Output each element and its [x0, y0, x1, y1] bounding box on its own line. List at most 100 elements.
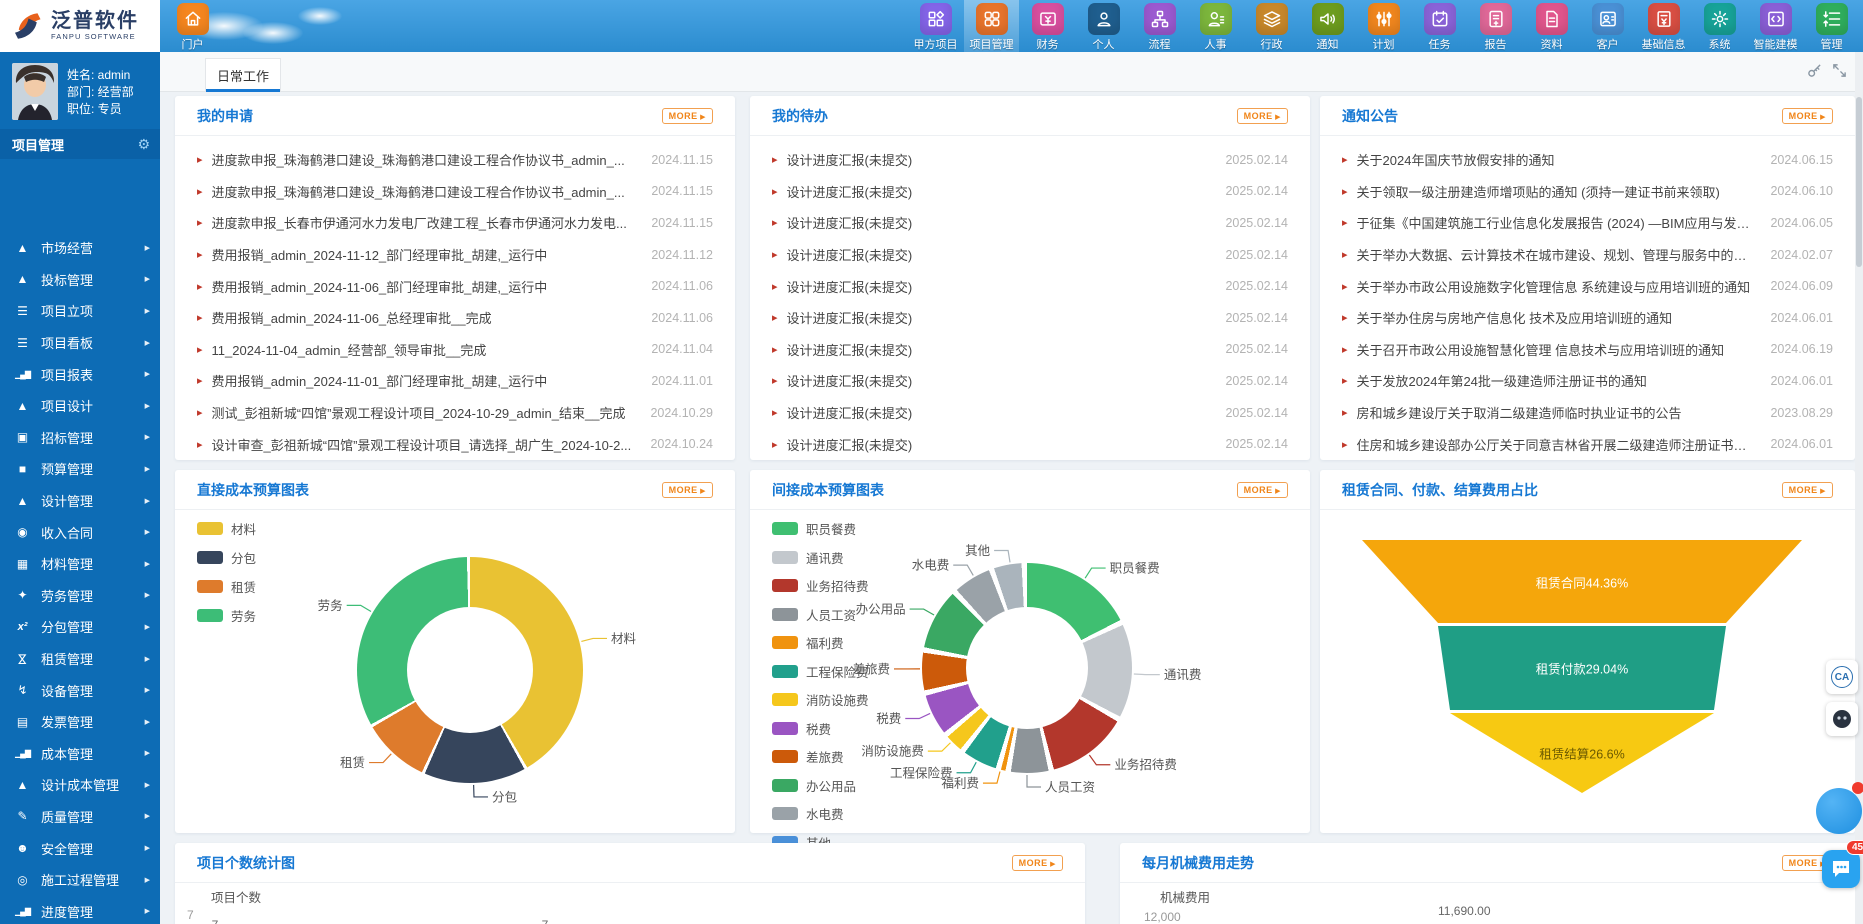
sidebar-item[interactable]: ▁▄▇进度管理▶: [0, 895, 160, 924]
sidebar-item[interactable]: ▲投标管理▶: [0, 264, 160, 296]
list-item-text[interactable]: 关于召开市政公用设施智慧化管理 信息技术与应用培训班的通知: [1357, 340, 1757, 359]
legend-item[interactable]: 水电费: [772, 804, 869, 823]
legend-item[interactable]: 劳务: [197, 606, 256, 625]
legend-item[interactable]: 材料: [197, 519, 256, 538]
donut-chart[interactable]: [357, 557, 583, 783]
sidebar-item[interactable]: ▲项目设计▶: [0, 390, 160, 422]
list-item-text[interactable]: 关于举办大数据、云计算技术在城市建设、规划、管理与服务中的应用培训班...: [1357, 245, 1757, 264]
list-item-text[interactable]: 住房和城乡建设部办公厅关于同意吉林省开展二级建造师注册证书电子化试点...: [1357, 435, 1757, 454]
sidebar-item[interactable]: ▲设计管理▶: [0, 485, 160, 517]
list-item-text[interactable]: 设计进度汇报(未提交): [787, 213, 1212, 232]
nav-item-gear[interactable]: 系统: [1692, 0, 1747, 52]
list-item-text[interactable]: 费用报销_admin_2024-11-12_部门经理审批_胡建,_运行中: [212, 245, 638, 264]
sidebar-item[interactable]: ▣招标管理▶: [0, 422, 160, 454]
scrollbar-thumb[interactable]: [1856, 97, 1862, 267]
sidebar-item[interactable]: ▲市场经营▶: [0, 232, 160, 264]
legend-item[interactable]: 税费: [772, 719, 869, 738]
list-item-text[interactable]: 设计进度汇报(未提交): [787, 435, 1212, 454]
more-button[interactable]: MORE: [1237, 108, 1288, 124]
emoji-widget[interactable]: [1826, 702, 1858, 736]
sidebar-item[interactable]: ⋈租赁管理▶: [0, 643, 160, 675]
nav-item-docfile[interactable]: 资料: [1524, 0, 1579, 52]
nav-item-home[interactable]: 门户: [165, 0, 220, 52]
list-item-text[interactable]: 设计审查_彭祖新城“四馆”景观工程设计项目_请选择_胡广生_2024-10-2.…: [212, 435, 637, 454]
list-item-text[interactable]: 关于发放2024年第24批一级建造师注册证书的通知: [1357, 371, 1757, 390]
sidebar-item[interactable]: ☰项目看板▶: [0, 327, 160, 359]
more-button[interactable]: MORE: [1237, 482, 1288, 498]
list-item-text[interactable]: 设计进度汇报(未提交): [787, 150, 1212, 169]
nav-item-code[interactable]: 智能建模: [1748, 0, 1803, 52]
legend-item[interactable]: 差旅费: [772, 747, 869, 766]
list-item-text[interactable]: 费用报销_admin_2024-11-01_部门经理审批_胡建,_运行中: [212, 371, 638, 390]
sidebar-item[interactable]: x²分包管理▶: [0, 611, 160, 643]
nav-item-person[interactable]: 个人: [1076, 0, 1131, 52]
nav-item-flow[interactable]: 流程: [1132, 0, 1187, 52]
sidebar-item[interactable]: ☻安全管理▶: [0, 832, 160, 864]
more-button[interactable]: MORE: [1012, 855, 1063, 871]
nav-item-speaker[interactable]: 通知: [1300, 0, 1355, 52]
nav-item-report[interactable]: 报告: [1468, 0, 1523, 52]
sidebar-item[interactable]: ↯设备管理▶: [0, 674, 160, 706]
list-item-text[interactable]: 费用报销_admin_2024-11-06_总经理审批__完成: [212, 308, 638, 327]
legend-item[interactable]: 福利费: [772, 633, 869, 652]
nav-item-grid-diamond[interactable]: 甲方项目: [908, 0, 963, 52]
nav-item-task[interactable]: 任务: [1412, 0, 1467, 52]
tab-daily-work[interactable]: 日常工作: [205, 58, 281, 92]
more-button[interactable]: MORE: [1782, 108, 1833, 124]
sidebar-header[interactable]: 项目管理 ⚙: [0, 129, 160, 159]
sidebar-item[interactable]: ▁▄▇成本管理▶: [0, 738, 160, 770]
legend-item[interactable]: 人员工资: [772, 605, 869, 624]
legend-item[interactable]: 通讯费: [772, 548, 869, 567]
list-item-text[interactable]: 进度款申报_珠海鹤港口建设_珠海鹤港口建设工程合作协议书_admin_...: [212, 182, 638, 201]
nav-item-listmg[interactable]: 管理: [1804, 0, 1859, 52]
sidebar-item[interactable]: ✎质量管理▶: [0, 801, 160, 833]
more-button[interactable]: MORE: [662, 108, 713, 124]
sidebar-item[interactable]: ▤发票管理▶: [0, 706, 160, 738]
list-item-text[interactable]: 设计进度汇报(未提交): [787, 403, 1212, 422]
list-item-text[interactable]: 设计进度汇报(未提交): [787, 308, 1212, 327]
donut-chart[interactable]: [922, 563, 1132, 773]
nav-item-customers[interactable]: 客户: [1580, 0, 1635, 52]
list-item-text[interactable]: 11_2024-11-04_admin_经营部_领导审批__完成: [212, 340, 638, 359]
list-item-text[interactable]: 设计进度汇报(未提交): [787, 340, 1212, 359]
nav-item-grid[interactable]: 项目管理: [964, 0, 1019, 52]
nav-item-money[interactable]: 财务: [1020, 0, 1075, 52]
chat-button[interactable]: [1822, 850, 1860, 888]
legend-item[interactable]: 分包: [197, 548, 256, 567]
expand-icon[interactable]: [1832, 63, 1847, 83]
assistant-bubble[interactable]: [1816, 788, 1862, 834]
list-item-text[interactable]: 关于领取一级注册建造师增项贴的通知 (须持一建证书前来领取): [1357, 182, 1757, 201]
legend-item[interactable]: 工程保险费: [772, 662, 869, 681]
list-item-text[interactable]: 设计进度汇报(未提交): [787, 371, 1212, 390]
funnel-segment[interactable]: 租赁合同44.36%: [1362, 540, 1802, 623]
legend-item[interactable]: 租赁: [197, 577, 256, 596]
gear-icon[interactable]: ⚙: [137, 136, 150, 153]
list-item-text[interactable]: 于征集《中国建筑施工行业信息化发展报告 (2024) —BIM应用与发展》材料.…: [1357, 213, 1757, 232]
nav-item-infodoc[interactable]: 基础信息: [1636, 0, 1691, 52]
list-item-text[interactable]: 关于2024年国庆节放假安排的通知: [1357, 150, 1757, 169]
funnel-segment[interactable]: 租赁付款29.04%: [1362, 626, 1802, 710]
sidebar-item[interactable]: ▲设计成本管理▶: [0, 769, 160, 801]
more-button[interactable]: MORE: [662, 482, 713, 498]
funnel-segment[interactable]: 租赁结算26.6%: [1362, 713, 1802, 793]
sidebar-item[interactable]: ▁▄▇项目报表▶: [0, 358, 160, 390]
sidebar-item[interactable]: ◉收入合同▶: [0, 516, 160, 548]
sidebar-item[interactable]: ◎施工过程管理▶: [0, 864, 160, 896]
list-item-text[interactable]: 设计进度汇报(未提交): [787, 277, 1212, 296]
list-item-text[interactable]: 进度款申报_珠海鹤港口建设_珠海鹤港口建设工程合作协议书_admin_...: [212, 150, 638, 169]
list-item-text[interactable]: 关于举办住房与房地产信息化 技术及应用培训班的通知: [1357, 308, 1757, 327]
nav-item-sliders[interactable]: 计划: [1356, 0, 1411, 52]
list-item-text[interactable]: 房和城乡建设厅关于取消二级建造师临时执业证书的公告: [1357, 403, 1757, 422]
list-item-text[interactable]: 进度款申报_长春市伊通河水力发电厂改建工程_长春市伊通河水力发电...: [212, 213, 638, 232]
nav-item-layers[interactable]: 行政: [1244, 0, 1299, 52]
sidebar-item[interactable]: ■预算管理▶: [0, 453, 160, 485]
list-item-text[interactable]: 设计进度汇报(未提交): [787, 245, 1212, 264]
legend-item[interactable]: 办公用品: [772, 776, 869, 795]
sidebar-item[interactable]: ▦材料管理▶: [0, 548, 160, 580]
nav-item-people[interactable]: 人事: [1188, 0, 1243, 52]
list-item-text[interactable]: 关于举办市政公用设施数字化管理信息 系统建设与应用培训班的通知: [1357, 277, 1757, 296]
list-item-text[interactable]: 测试_彭祖新城“四馆”景观工程设计项目_2024-10-29_admin_结束_…: [212, 403, 637, 422]
key-icon[interactable]: [1807, 63, 1822, 83]
legend-item[interactable]: 职员餐费: [772, 519, 869, 538]
list-item-text[interactable]: 费用报销_admin_2024-11-06_部门经理审批_胡建,_运行中: [212, 277, 638, 296]
